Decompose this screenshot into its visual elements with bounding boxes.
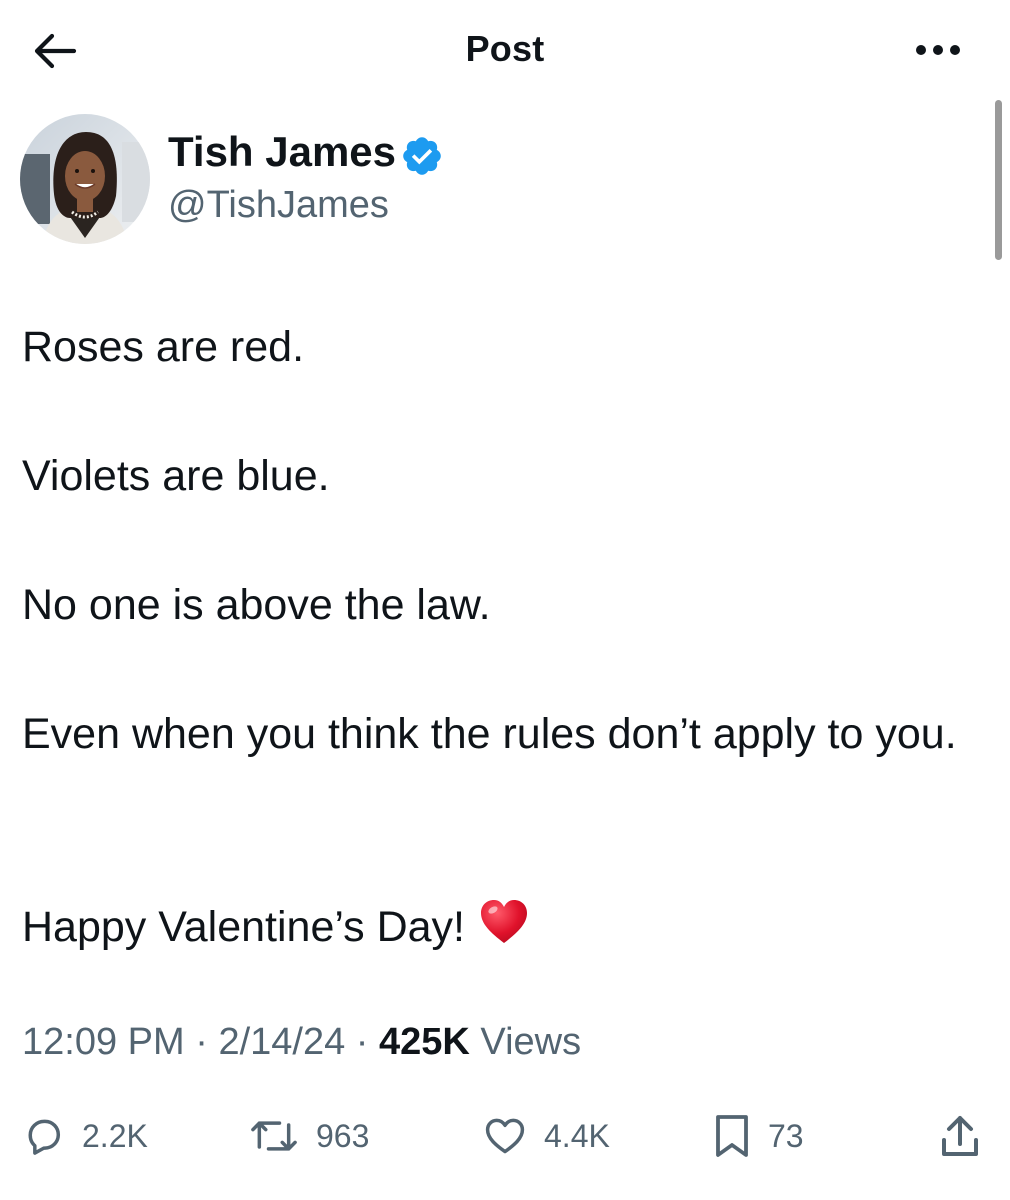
reply-button[interactable]: 2.2K: [22, 1108, 148, 1164]
scrollbar[interactable]: [995, 100, 1002, 260]
views-label: Views: [480, 1021, 582, 1063]
repost-icon: [251, 1121, 297, 1151]
post-text-line: Even when you think the rules don’t appl…: [22, 710, 957, 758]
post-text-line: No one is above the law.: [22, 581, 491, 629]
reply-icon: [28, 1119, 61, 1155]
repost-button[interactable]: 963: [248, 1108, 369, 1164]
author-display-name[interactable]: Tish James: [168, 128, 396, 176]
bookmark-count: 73: [768, 1117, 804, 1154]
top-bar: Post: [0, 0, 1010, 100]
post-text-last-line: Happy Valentine’s Day!: [22, 903, 465, 951]
post-meta: 12:09 PM · 2/14/24 · 425K Views: [22, 1021, 581, 1064]
separator: ·: [355, 1021, 369, 1063]
bookmark-button[interactable]: 73: [712, 1108, 804, 1164]
like-button[interactable]: 4.4K: [482, 1108, 610, 1164]
avatar[interactable]: [20, 114, 150, 244]
like-count: 4.4K: [544, 1117, 610, 1154]
bookmark-icon: [716, 1115, 748, 1157]
post-text-line: Roses are red.: [22, 323, 305, 371]
author-handle[interactable]: @TishJames: [168, 184, 389, 227]
separator: ·: [195, 1021, 208, 1063]
like-heart-icon: [485, 1118, 525, 1154]
post-date[interactable]: 2/14/24: [218, 1021, 345, 1063]
ellipsis-icon: [916, 45, 960, 55]
post-text-line: Violets are blue.: [22, 452, 330, 500]
reply-count: 2.2K: [82, 1117, 148, 1154]
share-icon: [942, 1116, 978, 1156]
post-text-line: Happy Valentine’s Day!: [22, 895, 982, 959]
repost-count: 963: [316, 1117, 370, 1154]
post-time[interactable]: 12:09 PM: [22, 1021, 185, 1063]
heart-emoji: [481, 900, 527, 943]
verified-badge-icon: [403, 137, 441, 175]
page-title: Post: [465, 28, 545, 69]
views-count[interactable]: 425K: [379, 1021, 470, 1063]
share-button[interactable]: [938, 1108, 982, 1164]
more-options-button[interactable]: [908, 30, 968, 70]
